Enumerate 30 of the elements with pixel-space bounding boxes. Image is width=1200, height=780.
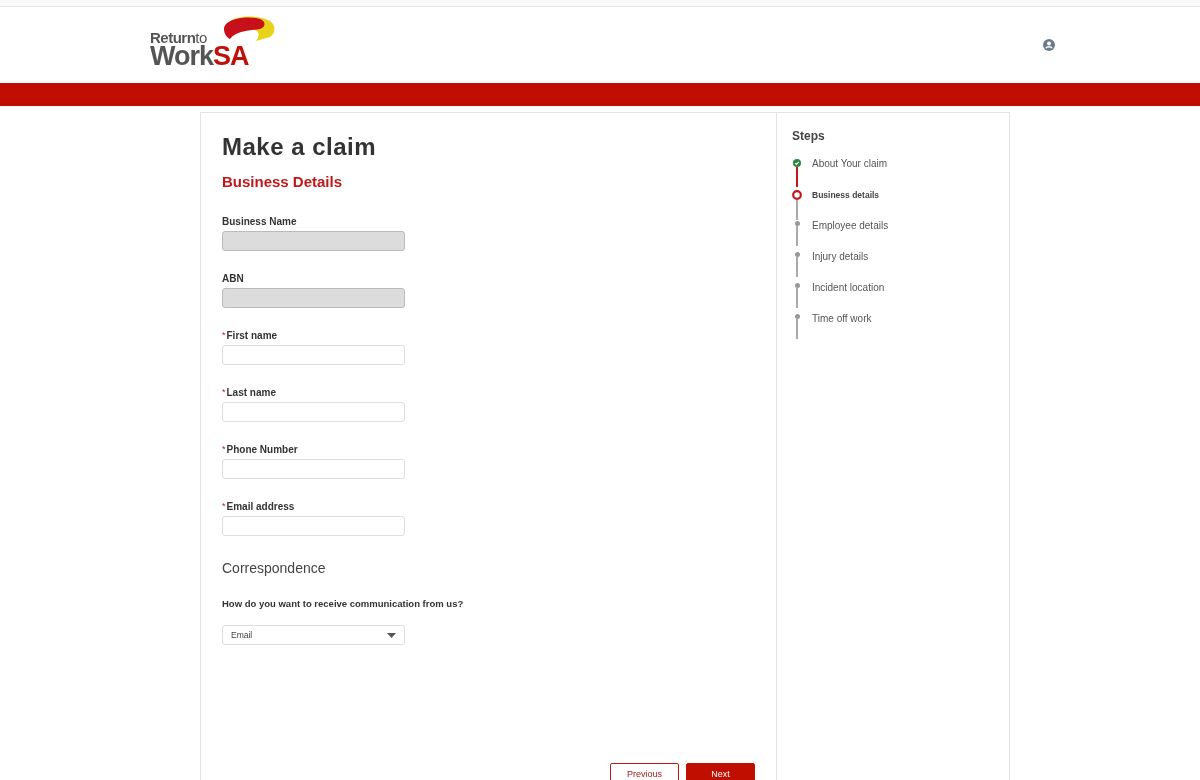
required-mark: * (222, 330, 226, 341)
field-label: Phone Number (226, 444, 298, 455)
input-field[interactable] (222, 516, 405, 536)
field-label: Business Name (222, 216, 297, 227)
step-label[interactable]: Business details (812, 190, 880, 200)
caret-icon (387, 632, 396, 638)
input-field[interactable] (222, 459, 405, 479)
previous-button[interactable]: Previous (610, 763, 679, 780)
field-label: Email address (226, 501, 295, 512)
steps-title: Steps (792, 129, 826, 143)
step-label[interactable]: About Your claim (812, 159, 888, 169)
dropdown-field[interactable]: Email (222, 625, 405, 645)
section-title: Business Details (222, 173, 344, 190)
page-title: Make a claim (222, 133, 378, 161)
field-label: ABN (222, 273, 244, 284)
question-label: How do you want to receive communication from us? (222, 598, 465, 609)
required-mark: * (222, 387, 226, 398)
input-field[interactable] (222, 345, 405, 365)
required-mark: * (222, 444, 226, 455)
field-label: First name (226, 330, 278, 341)
step-label[interactable]: Injury details (812, 252, 869, 262)
step-label[interactable]: Time off work (812, 314, 872, 324)
step-label[interactable]: Incident location (812, 283, 885, 293)
field-label: Last name (226, 387, 276, 398)
input-field[interactable] (222, 402, 405, 422)
step-label[interactable]: Employee details (812, 221, 889, 231)
required-mark: * (222, 501, 226, 512)
subheading: Correspondence (222, 560, 327, 576)
user-icon[interactable] (1043, 38, 1055, 51)
next-button[interactable]: Next (686, 763, 755, 780)
